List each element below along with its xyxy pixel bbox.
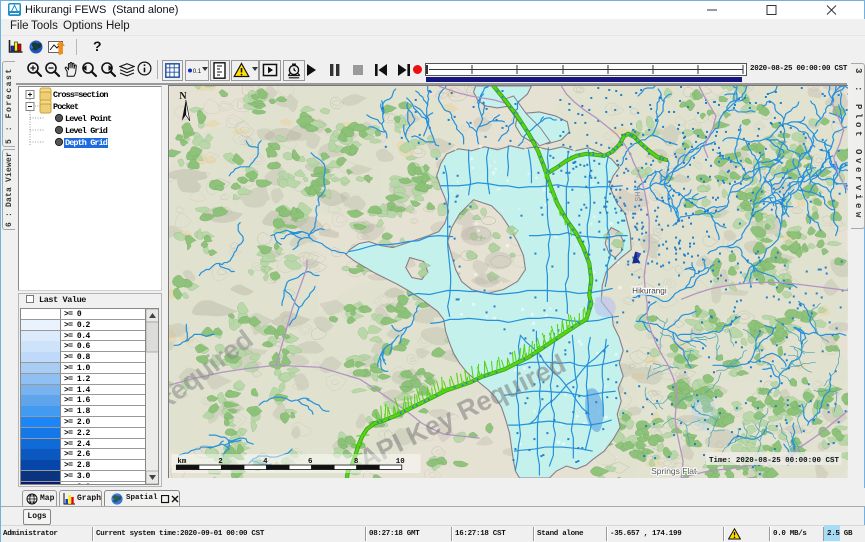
svg-text:Time: 2020-08-25 00:00:00 CST: Time: 2020-08-25 00:00:00 CST: [709, 457, 839, 465]
svg-text:0.1: 0.1: [193, 69, 202, 75]
svg-text:Hikurangi: Hikurangi: [632, 286, 667, 295]
svg-text:Springs Flat: Springs Flat: [651, 466, 697, 476]
svg-text:SH 1: SH 1: [633, 185, 642, 202]
